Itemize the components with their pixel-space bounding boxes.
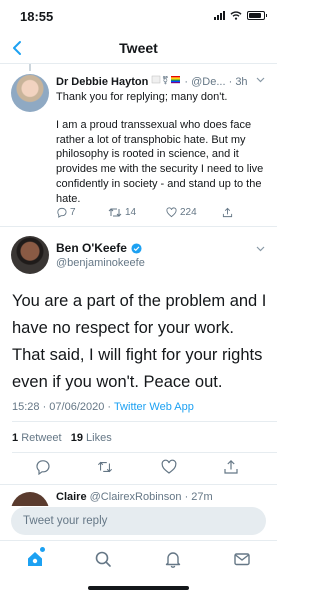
reply-input-placeholder: Tweet your reply — [23, 515, 108, 527]
chevron-down-icon[interactable] — [256, 77, 265, 83]
author-handle: @benjaminokeefe — [56, 257, 145, 269]
tweet-meta: 15:28 · 07/06/2020 · Twitter Web App — [12, 401, 194, 413]
reply-like-button[interactable]: 224 — [166, 207, 197, 218]
reply-text-paragraph: I am a proud transsexual who does face r… — [56, 118, 264, 205]
heart-icon — [166, 207, 177, 218]
tweet-stats: 1 Retweet 19 Likes — [12, 432, 112, 444]
author-name-row[interactable]: Ben O'Keefe — [56, 241, 142, 255]
reply-input[interactable]: Tweet your reply — [11, 507, 266, 535]
next-reply[interactable]: Claire @ClairexRobinson · 27m — [0, 486, 277, 506]
reply-header: Dr Debbie Hayton ⚧ · @De... · 3h — [56, 75, 266, 89]
emoji-flags-icon: ⚧ — [152, 75, 181, 85]
share-icon[interactable] — [223, 459, 239, 475]
status-icons — [214, 11, 267, 20]
divider — [0, 484, 277, 485]
retweet-count: 14 — [125, 207, 137, 218]
tweet-timestamp: 15:28 · 07/06/2020 · — [12, 401, 114, 413]
tweet-actions — [0, 454, 277, 484]
retweet-label: Retweet — [21, 432, 62, 444]
top-nav: Tweet — [0, 34, 277, 64]
next-reply-header: Claire @ClairexRobinson · 27m — [56, 491, 213, 503]
bottom-tab-bar — [0, 540, 277, 600]
reply-text-line: Thank you for replying; many don't. — [56, 91, 228, 103]
author-name: Ben O'Keefe — [56, 241, 127, 255]
tweet-source-link[interactable]: Twitter Web App — [114, 401, 194, 413]
retweets-stat[interactable]: 1 Retweet — [12, 432, 62, 444]
reply-body: Thank you for replying; many don't. I am… — [56, 90, 271, 207]
like-count: 224 — [180, 207, 197, 218]
comment-icon[interactable] — [35, 459, 51, 475]
comment-icon — [57, 207, 67, 218]
like-label: Likes — [86, 432, 112, 444]
reply-retweet-button[interactable]: 14 — [108, 207, 136, 218]
next-reply-author[interactable]: Claire — [56, 491, 87, 503]
verified-badge-icon — [131, 242, 142, 254]
home-indicator — [88, 586, 189, 590]
page-title: Tweet — [119, 40, 158, 56]
retweet-total: 1 — [12, 432, 19, 444]
reply-actions: 7 14 224 — [56, 207, 256, 221]
share-icon — [222, 207, 233, 218]
heart-icon[interactable] — [161, 459, 177, 475]
divider — [12, 421, 277, 422]
battery-icon — [247, 11, 267, 20]
like-total: 19 — [70, 432, 83, 444]
reply-handle-time: · @De... · 3h — [184, 76, 248, 88]
status-time: 18:55 — [20, 9, 54, 24]
wifi-icon — [230, 11, 242, 20]
avatar[interactable] — [11, 74, 49, 112]
search-icon[interactable] — [94, 550, 112, 568]
tweet-text: You are a part of the problem and I have… — [12, 292, 267, 391]
parent-reply[interactable]: Dr Debbie Hayton ⚧ · @De... · 3h Thank y… — [0, 64, 277, 227]
retweet-icon[interactable] — [97, 459, 113, 475]
likes-stat[interactable]: 19 Likes — [71, 432, 112, 444]
svg-text:⚧: ⚧ — [162, 75, 169, 85]
retweet-icon — [108, 208, 122, 217]
reply-author-name[interactable]: Dr Debbie Hayton — [56, 76, 148, 88]
home-icon[interactable] — [26, 550, 44, 568]
notifications-bell-icon[interactable] — [164, 550, 182, 568]
chevron-down-icon[interactable] — [256, 246, 265, 252]
signal-icon — [214, 11, 225, 20]
reply-reply-button[interactable]: 7 — [56, 207, 76, 218]
notification-dot — [40, 547, 45, 552]
author-avatar[interactable] — [11, 236, 49, 274]
next-reply-handle-time: @ClairexRobinson · 27m — [89, 491, 213, 503]
reply-count: 7 — [70, 207, 76, 218]
thread-line — [29, 64, 31, 71]
reply-share-button[interactable] — [222, 207, 233, 218]
messages-mail-icon[interactable] — [233, 550, 251, 568]
avatar[interactable] — [11, 492, 49, 506]
status-bar: 18:55 — [0, 0, 277, 34]
divider — [12, 452, 277, 453]
